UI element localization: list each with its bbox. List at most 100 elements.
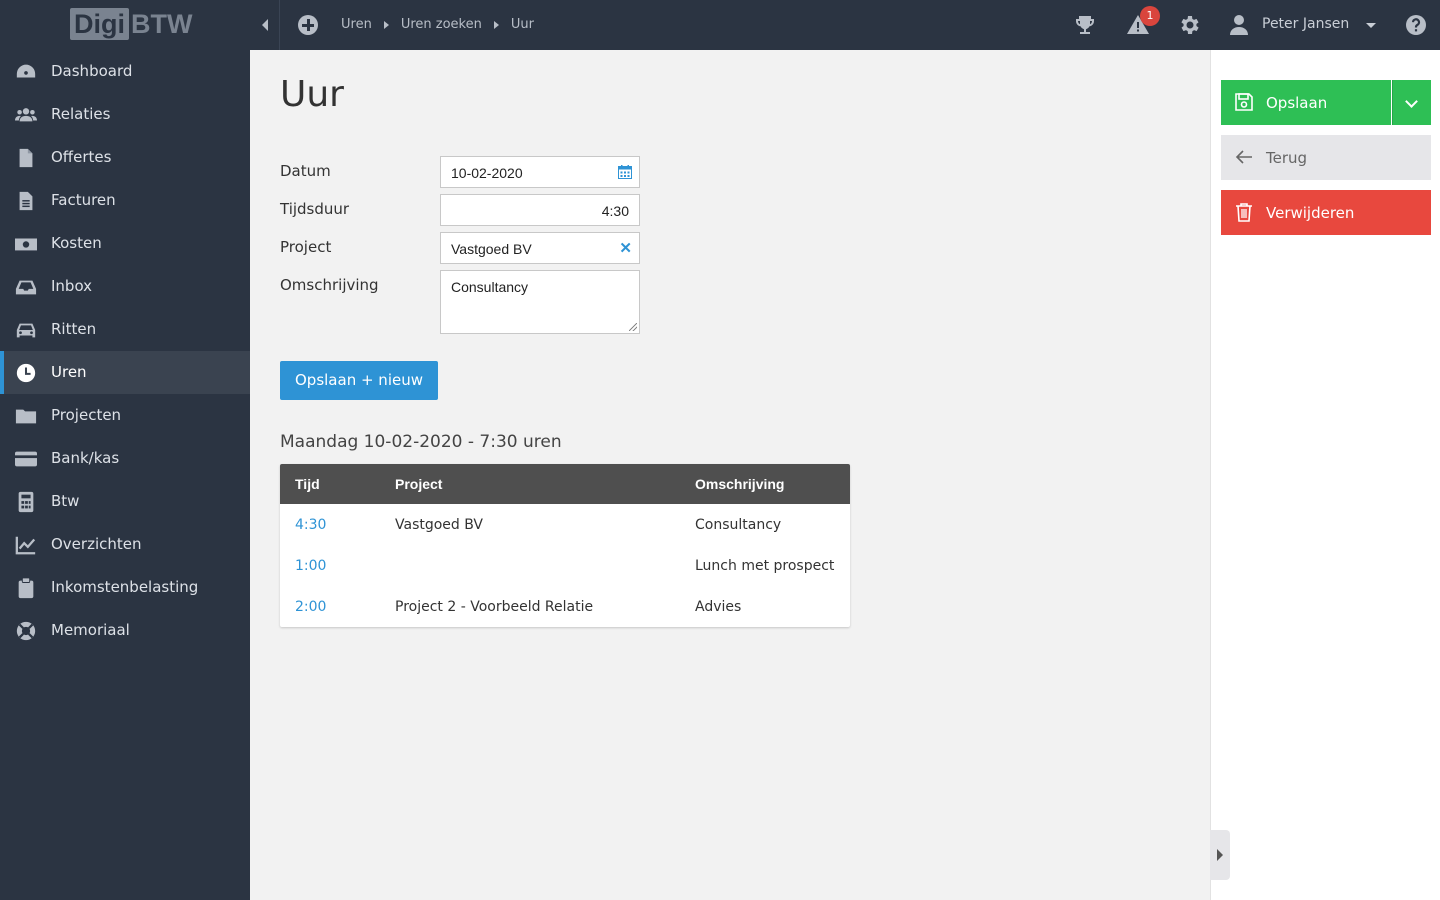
- sidebar-item-overzichten[interactable]: Overzichten: [0, 523, 250, 566]
- sidebar-item-offertes[interactable]: Offertes: [0, 136, 250, 179]
- omschrijving-textarea[interactable]: Consultancy: [451, 279, 631, 329]
- tijdsduur-field[interactable]: [440, 194, 640, 226]
- omschrijving-label: Omschrijving: [280, 276, 379, 294]
- sidebar: Dashboard Relaties Offertes Facturen Kos…: [0, 50, 250, 900]
- sidebar-item-kosten[interactable]: Kosten: [0, 222, 250, 265]
- arrow-left-icon: [1235, 150, 1252, 164]
- resize-handle-icon[interactable]: [629, 323, 637, 331]
- save-options-dropdown[interactable]: [1392, 80, 1431, 125]
- back-button-label: Terug: [1266, 149, 1308, 167]
- chevron-right-icon: [493, 20, 499, 29]
- row-tijd-link[interactable]: 1:00: [295, 558, 326, 574]
- file-icon: [19, 148, 33, 168]
- sidebar-item-inbox[interactable]: Inbox: [0, 265, 250, 308]
- project-select[interactable]: Vastgoed BV ✕: [440, 232, 640, 264]
- datum-input[interactable]: [451, 165, 611, 181]
- sidebar-item-label: Inkomstenbelasting: [51, 578, 199, 596]
- project-label: Project: [280, 238, 332, 256]
- save-button[interactable]: Opslaan: [1221, 80, 1391, 125]
- action-panel: Opslaan Terug Verwijderen: [1210, 50, 1440, 900]
- sidebar-item-label: Inbox: [51, 277, 93, 295]
- sidebar-item-label: Ritten: [51, 320, 97, 338]
- line-chart-icon: [15, 536, 36, 555]
- datum-label: Datum: [280, 162, 331, 180]
- clear-icon[interactable]: ✕: [619, 239, 632, 257]
- clipboard-icon: [18, 577, 34, 599]
- logo-area: Digi BTW: [0, 0, 250, 50]
- page-title: Uur: [280, 74, 344, 115]
- omschrijving-field[interactable]: Consultancy: [440, 270, 640, 334]
- sidebar-item-label: Dashboard: [51, 62, 133, 80]
- row-project: Vastgoed BV: [395, 517, 484, 533]
- sidebar-item-inkomstenbelasting[interactable]: Inkomstenbelasting: [0, 566, 250, 609]
- hours-table: Tijd Project Omschrijving 4:30 Vastgoed …: [280, 464, 850, 627]
- app-logo[interactable]: Digi BTW: [70, 6, 192, 42]
- save-new-button[interactable]: Opslaan + nieuw: [280, 361, 438, 400]
- datum-field[interactable]: [440, 156, 640, 188]
- chevron-right-icon: [383, 20, 389, 29]
- delete-button[interactable]: Verwijderen: [1221, 190, 1431, 235]
- row-project: Project 2 - Voorbeeld Relatie: [395, 599, 594, 615]
- lifebuoy-icon: [16, 621, 36, 641]
- help-icon[interactable]: [1404, 13, 1428, 37]
- sidebar-item-label: Overzichten: [51, 535, 142, 553]
- floppy-disk-icon: [1235, 93, 1253, 111]
- row-omschrijving: Consultancy: [695, 517, 782, 533]
- column-header-tijd[interactable]: Tijd: [295, 476, 320, 492]
- logo-digi: Digi: [70, 8, 129, 40]
- delete-button-label: Verwijderen: [1266, 204, 1355, 222]
- add-icon[interactable]: [298, 15, 318, 35]
- logo-btw: BTW: [131, 8, 193, 39]
- sidebar-item-label: Relaties: [51, 105, 111, 123]
- notification-badge: 1: [1140, 6, 1160, 26]
- clock-icon: [16, 363, 36, 383]
- day-heading: Maandag 10-02-2020 - 7:30 uren: [280, 432, 562, 452]
- sidebar-item-ritten[interactable]: Ritten: [0, 308, 250, 351]
- sidebar-item-label: Offertes: [51, 148, 112, 166]
- breadcrumb-uur: Uur: [510, 17, 534, 32]
- money-icon: [15, 238, 37, 251]
- table-row[interactable]: 2:00 Project 2 - Voorbeeld Relatie Advie…: [280, 586, 850, 627]
- sidebar-item-dashboard[interactable]: Dashboard: [0, 50, 250, 93]
- top-bar: Digi BTW Uren Uren zoeken Uur 1 Peter Jan…: [0, 0, 1440, 50]
- user-icon[interactable]: [1227, 13, 1251, 37]
- row-tijd-link[interactable]: 4:30: [295, 517, 326, 533]
- calendar-icon[interactable]: [618, 165, 632, 179]
- back-button[interactable]: Terug: [1221, 135, 1431, 180]
- folder-icon: [15, 409, 37, 424]
- sidebar-item-uren[interactable]: Uren: [0, 351, 250, 394]
- breadcrumb: Uren Uren zoeken Uur: [341, 17, 534, 32]
- users-icon: [15, 108, 37, 122]
- credit-card-icon: [15, 451, 37, 467]
- row-tijd-link[interactable]: 2:00: [295, 599, 326, 615]
- sidebar-item-bank-kas[interactable]: Bank/kas: [0, 437, 250, 480]
- column-header-project[interactable]: Project: [395, 476, 442, 492]
- tijdsduur-input[interactable]: [459, 203, 629, 219]
- user-name[interactable]: Peter Jansen: [1262, 16, 1349, 32]
- breadcrumb-uren-zoeken[interactable]: Uren zoeken: [401, 17, 482, 32]
- sidebar-item-memoriaal[interactable]: Memoriaal: [0, 609, 250, 652]
- save-button-label: Opslaan: [1266, 94, 1328, 112]
- trash-icon: [1236, 203, 1252, 222]
- caret-down-icon[interactable]: [1366, 23, 1376, 28]
- table-row[interactable]: 1:00 Lunch met prospect: [280, 545, 850, 586]
- gear-icon[interactable]: [1178, 13, 1202, 37]
- column-header-omschrijving[interactable]: Omschrijving: [695, 476, 784, 492]
- sidebar-item-label: Memoriaal: [51, 621, 130, 639]
- sidebar-item-btw[interactable]: Btw: [0, 480, 250, 523]
- trophy-icon[interactable]: [1073, 13, 1097, 37]
- sidebar-item-label: Facturen: [51, 191, 116, 209]
- row-omschrijving: Lunch met prospect: [695, 558, 835, 574]
- sidebar-item-relaties[interactable]: Relaties: [0, 93, 250, 136]
- sidebar-item-facturen[interactable]: Facturen: [0, 179, 250, 222]
- breadcrumb-uren[interactable]: Uren: [341, 17, 372, 32]
- sidebar-item-label: Uren: [51, 363, 87, 381]
- collapse-sidebar-button[interactable]: [250, 0, 280, 50]
- table-header: Tijd Project Omschrijving: [280, 464, 850, 504]
- table-row[interactable]: 4:30 Vastgoed BV Consultancy: [280, 504, 850, 545]
- sidebar-item-label: Projecten: [51, 406, 122, 424]
- sidebar-item-projecten[interactable]: Projecten: [0, 394, 250, 437]
- calculator-icon: [18, 491, 34, 513]
- project-select-value: Vastgoed BV: [451, 241, 532, 257]
- panel-toggle-button[interactable]: [1210, 830, 1230, 880]
